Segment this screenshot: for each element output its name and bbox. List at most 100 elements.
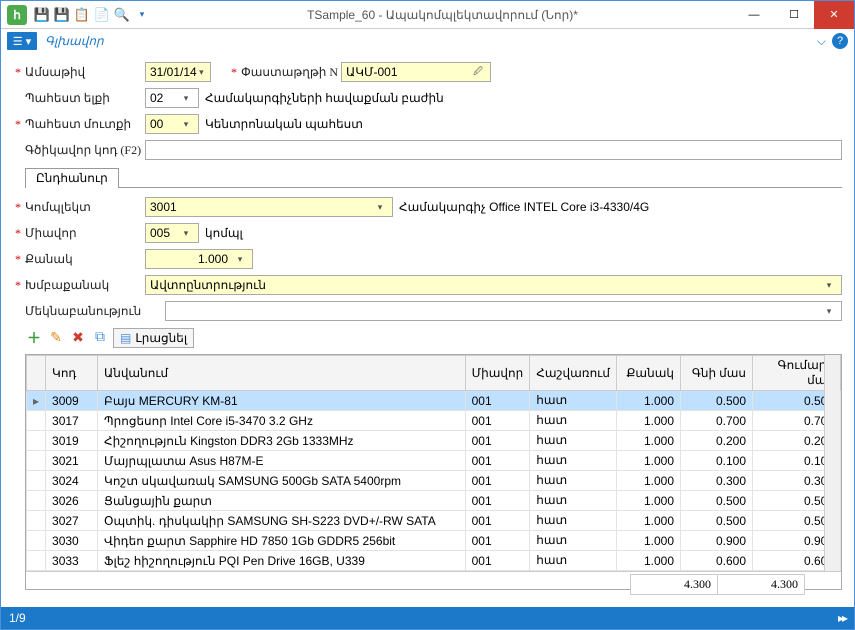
qty-value: 1.000 <box>198 252 228 266</box>
tab-general[interactable]: Ընդհանուր <box>25 168 119 188</box>
chevron-down-icon[interactable]: ▾ <box>178 119 194 130</box>
ribbon-header: ☰ ▾ Գլխավոր ⌵ ? <box>1 29 854 53</box>
status-right-arrow-icon[interactable]: ▸▸ <box>838 611 846 625</box>
total-summass: 4.300 <box>717 574 805 595</box>
exit-store-field[interactable]: 02 ▾ <box>145 88 199 108</box>
qty-field[interactable]: 1.000 ▾ <box>145 249 253 269</box>
qat-dropdown-icon[interactable]: ▾ <box>133 6 151 24</box>
chevron-down-icon[interactable]: ▾ <box>197 67 206 78</box>
row-marker <box>27 451 46 471</box>
table-row[interactable]: 3019Հիշողություն Kingston DDR3 2Gb 1333M… <box>27 431 841 451</box>
fill-button[interactable]: ▤ Լրացնել <box>113 328 194 348</box>
date-field[interactable]: 31/01/14 ▾ <box>145 62 211 82</box>
status-bar: 1/9 ▸▸ <box>1 607 854 629</box>
cell-code: 3009 <box>46 391 98 411</box>
chevron-down-icon[interactable]: ▾ <box>232 254 248 265</box>
qty-label: Քանակ <box>25 252 145 267</box>
ribbon-tab-main[interactable]: Գլխավոր <box>45 34 104 49</box>
entry-store-value: 00 <box>150 117 163 131</box>
cell-measure: հատ <box>530 511 617 531</box>
chevron-down-icon[interactable]: ▾ <box>821 280 837 291</box>
window-controls: — ☐ ✕ <box>734 1 854 29</box>
delete-icon[interactable]: ✖ <box>69 329 87 347</box>
entry-store-label: Պահեստ մուտքի <box>25 117 145 132</box>
maximize-button[interactable]: ☐ <box>774 1 814 29</box>
fill-grid-icon: ▤ <box>120 331 131 346</box>
cell-name: Բայս MERCURY KM-81 <box>98 391 466 411</box>
unit-value: 005 <box>150 226 170 240</box>
copy-icon[interactable]: ⧉ <box>91 329 109 347</box>
save-icon[interactable]: 💾 <box>33 6 51 24</box>
exit-store-desc: Համակարգիչների հավաքման բաժին <box>205 91 444 106</box>
tab-bar: Ընդհանուր <box>25 167 842 188</box>
cell-name: Կոշտ սկավառակ SAMSUNG 500Gb SATA 5400rpm <box>98 471 466 491</box>
table-row[interactable]: ▸3009Բայս MERCURY KM-81001հատ1.0000.5000… <box>27 391 841 411</box>
row-marker <box>27 491 46 511</box>
unit-label: Միավոր <box>25 226 145 241</box>
cell-mass: 0.500 <box>681 511 753 531</box>
table-row[interactable]: 3017Պրոցեսոր Intel Core i5-3470 3.2 GHz0… <box>27 411 841 431</box>
col-mass[interactable]: Գնի մաս <box>681 356 753 391</box>
preview-icon[interactable]: 🔍 <box>113 6 131 24</box>
row-marker <box>27 551 46 571</box>
cell-mass: 0.100 <box>681 451 753 471</box>
table-row[interactable]: 3026Ցանցային քարտ001հատ1.0000.5000.500 <box>27 491 841 511</box>
cell-unit: 001 <box>465 491 530 511</box>
cell-measure: հատ <box>530 491 617 511</box>
cell-mass: 0.500 <box>681 391 753 411</box>
cell-mass: 0.700 <box>681 411 753 431</box>
cell-qty: 1.000 <box>617 491 681 511</box>
cell-code: 3017 <box>46 411 98 431</box>
table-row[interactable]: 3033Ֆլեշ հիշողություն PQI Pen Drive 16GB… <box>27 551 841 571</box>
lookup-icon[interactable]: 🖉 <box>470 64 486 80</box>
export-icon[interactable]: 📋 <box>73 6 91 24</box>
chevron-down-icon[interactable]: ▾ <box>178 228 194 239</box>
save-close-icon[interactable]: 💾 <box>53 6 71 24</box>
cell-code: 3021 <box>46 451 98 471</box>
col-measure[interactable]: Հաշվառում <box>530 356 617 391</box>
add-icon[interactable]: ＋ <box>25 329 43 347</box>
comment-field[interactable]: ▾ <box>165 301 842 321</box>
cell-qty: 1.000 <box>617 391 681 411</box>
entry-store-desc: Կենտրոնական պահեստ <box>205 117 363 132</box>
table-row[interactable]: 3027Օպտիկ. դիսկակիր SAMSUNG SH-S223 DVD+… <box>27 511 841 531</box>
chevron-down-icon[interactable]: ▾ <box>821 306 837 317</box>
exit-store-label: Պահեստ ելքի <box>25 91 145 106</box>
barcode-field[interactable] <box>145 140 842 160</box>
table-row[interactable]: 3024Կոշտ սկավառակ SAMSUNG 500Gb SATA 540… <box>27 471 841 491</box>
ribbon-file-button[interactable]: ☰ ▾ <box>7 32 37 50</box>
table-row[interactable]: 3021Մայրպլատա Asus H87M-E001հատ1.0000.10… <box>27 451 841 471</box>
app-logo-icon: հ <box>7 5 27 25</box>
date-label: Ամսաթիվ <box>25 65 145 80</box>
col-code[interactable]: Կոդ <box>46 356 98 391</box>
ribbon-collapse-icon[interactable]: ⌵ <box>817 34 826 49</box>
kit-field[interactable]: 3001 ▾ <box>145 197 393 217</box>
chevron-down-icon[interactable]: ▾ <box>372 202 388 213</box>
docnum-field[interactable]: ԱԿՄ-001 🖉 <box>341 62 491 82</box>
cell-unit: 001 <box>465 431 530 451</box>
table-row[interactable]: 3030Վիդեո քարտ Sapphire HD 7850 1Gb GDDR… <box>27 531 841 551</box>
cell-unit: 001 <box>465 531 530 551</box>
edit-icon[interactable]: ✎ <box>47 329 65 347</box>
col-qty[interactable]: Քանակ <box>617 356 681 391</box>
chevron-down-icon[interactable]: ▾ <box>178 93 194 104</box>
record-counter: 1/9 <box>9 611 26 625</box>
cell-name: Ցանցային քարտ <box>98 491 466 511</box>
vertical-scrollbar[interactable] <box>824 355 840 571</box>
batch-field[interactable]: Ավտոընտրություն ▾ <box>145 275 842 295</box>
row-marker <box>27 431 46 451</box>
col-unit[interactable]: Միավոր <box>465 356 530 391</box>
cell-measure: հատ <box>530 411 617 431</box>
col-name[interactable]: Անվանում <box>98 356 466 391</box>
cell-measure: հատ <box>530 391 617 411</box>
grid-table[interactable]: Կոդ Անվանում Միավոր Հաշվառում Քանակ Գնի … <box>26 355 841 571</box>
help-icon[interactable]: ? <box>832 33 848 49</box>
total-mass: 4.300 <box>630 574 718 595</box>
unit-field[interactable]: 005 ▾ <box>145 223 199 243</box>
entry-store-field[interactable]: 00 ▾ <box>145 114 199 134</box>
cell-name: Հիշողություն Kingston DDR3 2Gb 1333MHz <box>98 431 466 451</box>
close-button[interactable]: ✕ <box>814 1 854 29</box>
document-icon[interactable]: 📄 <box>93 6 111 24</box>
minimize-button[interactable]: — <box>734 1 774 29</box>
cell-qty: 1.000 <box>617 411 681 431</box>
